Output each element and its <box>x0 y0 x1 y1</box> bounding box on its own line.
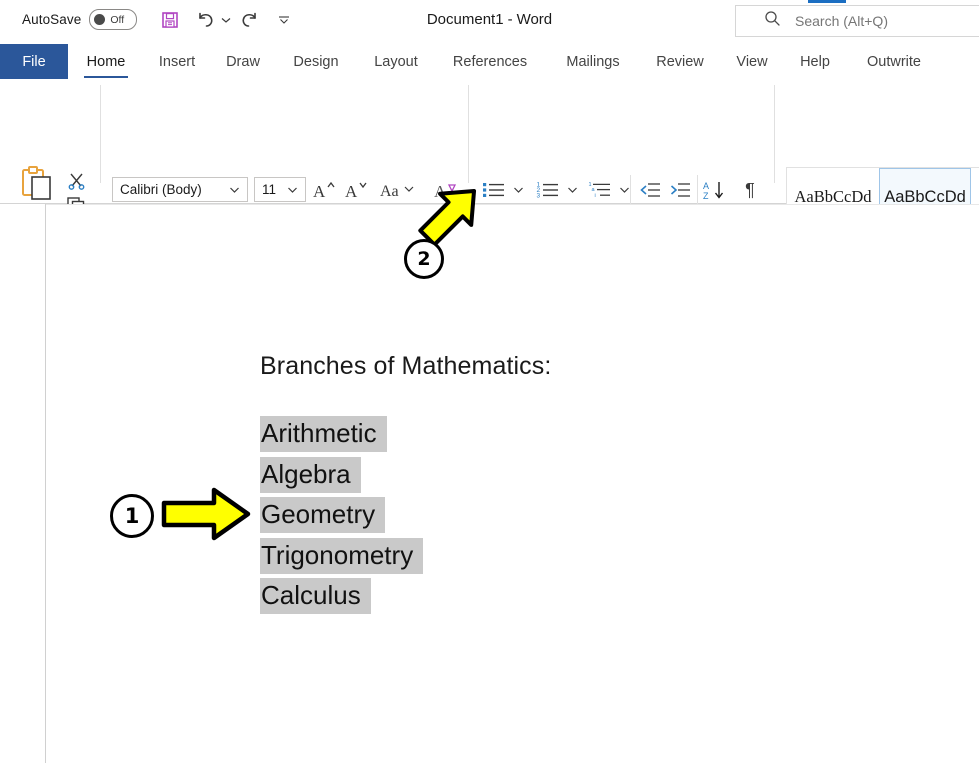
grow-font-icon: A <box>312 179 336 201</box>
tab-review[interactable]: Review <box>644 44 716 79</box>
list-item-text: Trigonometry <box>260 538 423 574</box>
title-bar: AutoSave Off <box>0 0 979 44</box>
font-size-value: 11 <box>262 182 287 197</box>
shrink-font-button[interactable]: A <box>343 177 369 203</box>
bullet-list-dropdown[interactable] <box>509 177 527 203</box>
window-tab-indicator <box>808 0 846 3</box>
document-heading[interactable]: Branches of Mathematics: <box>260 352 551 381</box>
chevron-down-icon <box>619 186 630 194</box>
document-name: Document1 <box>427 11 504 28</box>
annotation-number: 2 <box>417 248 430 270</box>
list-item[interactable]: Calculus <box>260 575 423 616</box>
paste-icon <box>18 165 56 205</box>
font-name-value: Calibri (Body) <box>120 182 229 197</box>
chevron-down-icon <box>513 186 524 194</box>
title-separator: - <box>504 11 517 28</box>
tab-outwrite[interactable]: Outwrite <box>848 44 940 79</box>
svg-text:A: A <box>703 181 709 191</box>
shrink-font-icon: A <box>344 179 368 201</box>
svg-text:A: A <box>313 182 326 201</box>
paragraph-inner-divider <box>630 175 631 205</box>
numbered-list-dropdown[interactable] <box>563 177 581 203</box>
group-divider <box>468 85 469 183</box>
cut-button[interactable] <box>62 167 90 193</box>
paragraph-marks-button[interactable]: ¶ <box>736 177 764 203</box>
annotation-badge-1: 1 <box>110 494 154 538</box>
list-item-text: Calculus <box>260 578 371 614</box>
tab-view[interactable]: View <box>724 44 780 79</box>
sort-icon: A Z <box>702 179 728 201</box>
tab-file[interactable]: File <box>0 44 68 79</box>
document-canvas[interactable]: Branches of Mathematics: Arithmetic Alge… <box>0 204 979 763</box>
increase-indent-icon <box>668 180 692 200</box>
annotation-arrow-1 <box>160 485 252 543</box>
multilevel-list-icon: 1 a i <box>588 180 612 200</box>
paragraph-marks-icon: ¶ <box>745 180 755 201</box>
annotation-badge-2: 2 <box>404 239 444 279</box>
tab-draw[interactable]: Draw <box>215 44 271 79</box>
chevron-down-icon <box>287 181 298 199</box>
svg-text:Aa: Aa <box>380 183 399 200</box>
paragraph-inner-divider <box>697 175 698 205</box>
list-item[interactable]: Arithmetic <box>260 413 423 454</box>
tab-home[interactable]: Home <box>78 44 134 79</box>
page-left-edge <box>45 204 46 763</box>
tab-references[interactable]: References <box>438 44 542 79</box>
app-name: Word <box>517 11 553 28</box>
svg-text:3: 3 <box>537 193 541 200</box>
list-item-text: Arithmetic <box>260 416 387 452</box>
numbered-list-button[interactable]: 1 2 3 <box>534 177 562 203</box>
list-item-text: Geometry <box>260 497 385 533</box>
sort-button[interactable]: A Z <box>700 177 730 203</box>
grow-font-button[interactable]: A <box>311 177 337 203</box>
search-input[interactable]: Search (Alt+Q) <box>735 5 979 37</box>
document-list[interactable]: Arithmetic Algebra Geometry Trigonometry… <box>260 413 423 616</box>
group-divider <box>774 85 775 183</box>
font-name-combo[interactable]: Calibri (Body) <box>112 177 248 202</box>
svg-text:Z: Z <box>703 191 709 201</box>
list-item-text: Algebra <box>260 457 361 493</box>
list-item[interactable]: Geometry <box>260 494 423 535</box>
multilevel-list-button[interactable]: 1 a i <box>586 177 614 203</box>
ribbon-tab-strip: File Home Insert Draw Design Layout Refe… <box>0 44 979 79</box>
tab-layout[interactable]: Layout <box>362 44 430 79</box>
svg-text:A: A <box>345 182 358 201</box>
list-item[interactable]: Algebra <box>260 454 423 495</box>
tab-mailings[interactable]: Mailings <box>550 44 636 79</box>
page-top-edge <box>45 204 979 205</box>
tab-design[interactable]: Design <box>280 44 352 79</box>
decrease-indent-button[interactable] <box>636 177 664 203</box>
font-size-combo[interactable]: 11 <box>254 177 306 202</box>
decrease-indent-icon <box>638 180 662 200</box>
annotation-number: 1 <box>125 504 140 528</box>
svg-text:i: i <box>595 193 596 199</box>
chevron-down-icon <box>567 186 578 194</box>
ribbon: Paste Clipboard Calibri (Bo <box>0 79 979 204</box>
search-placeholder: Search (Alt+Q) <box>795 13 888 29</box>
tab-help[interactable]: Help <box>788 44 842 79</box>
numbered-list-icon: 1 2 3 <box>536 180 560 200</box>
group-divider <box>100 85 101 183</box>
search-icon <box>764 10 781 32</box>
increase-indent-button[interactable] <box>666 177 694 203</box>
scissors-icon <box>67 171 86 190</box>
chevron-down-icon <box>229 181 240 199</box>
tab-insert[interactable]: Insert <box>146 44 208 79</box>
list-item[interactable]: Trigonometry <box>260 535 423 576</box>
